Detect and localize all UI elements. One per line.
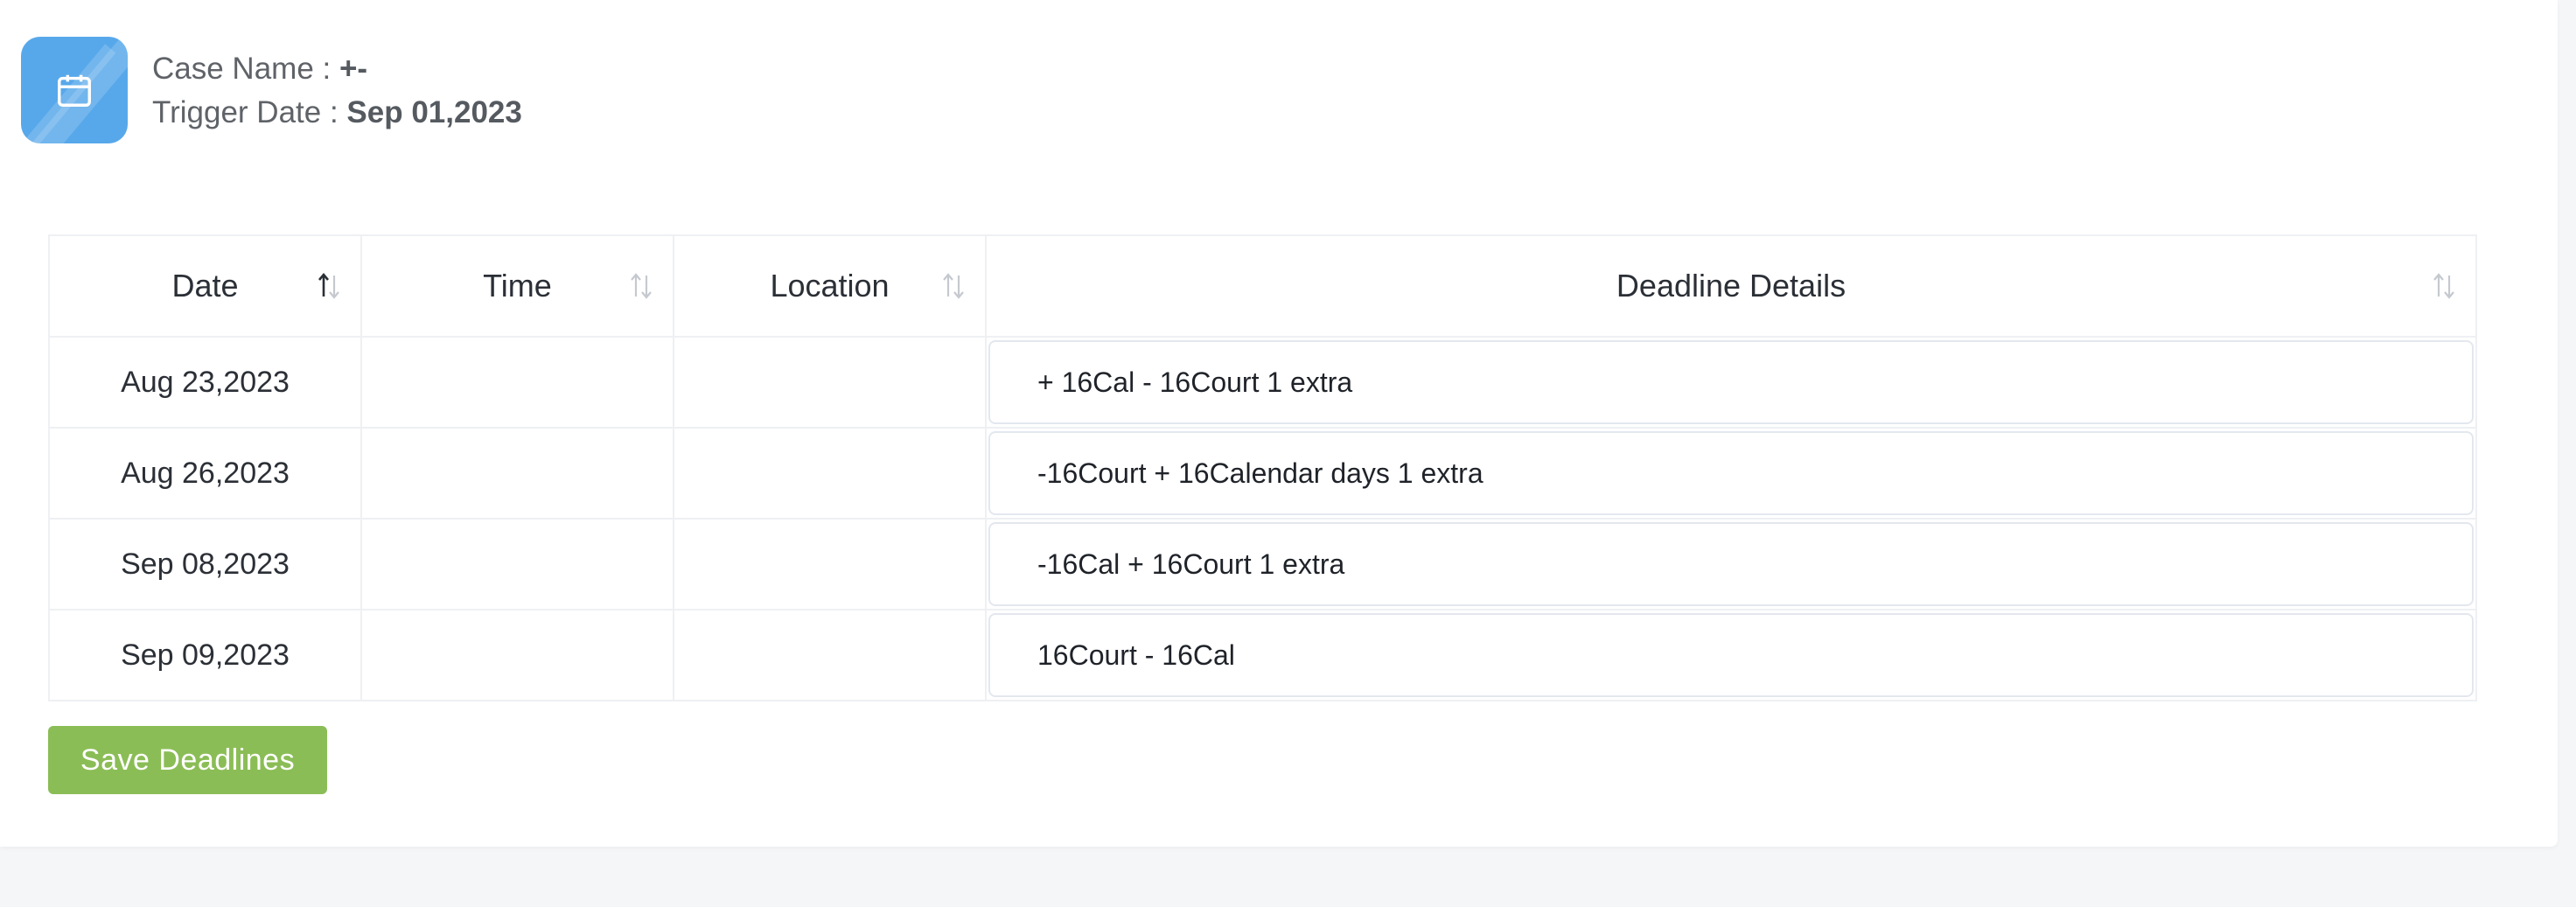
time-cell: [360, 518, 674, 610]
time-cell: [360, 427, 674, 520]
date-cell: Aug 26,2023: [48, 427, 362, 520]
trigger-date-label: Trigger Date :: [152, 95, 339, 129]
case-name-label: Case Name :: [152, 52, 332, 86]
column-header-time[interactable]: Time: [360, 234, 674, 338]
location-cell: [673, 336, 987, 429]
deadline-details-field[interactable]: -16Cal + 16Court 1 extra: [988, 522, 2474, 606]
time-cell: [360, 609, 674, 701]
table-header-row: Date Time Location Deadline Details: [48, 234, 2477, 338]
case-meta: Case Name : +- Trigger Date : Sep 01,202…: [152, 47, 522, 135]
details-cell: -16Cal + 16Court 1 extra: [985, 518, 2477, 610]
date-cell: Sep 09,2023: [48, 609, 362, 701]
time-cell: [360, 336, 674, 429]
column-header-label: Location: [770, 268, 890, 303]
save-deadlines-button[interactable]: Save Deadlines: [48, 726, 327, 794]
sort-asc-active-icon[interactable]: [313, 270, 345, 302]
column-header-date[interactable]: Date: [48, 234, 362, 338]
table-row: Aug 26,2023 -16Court + 16Calendar days 1…: [48, 427, 2477, 520]
sort-icon[interactable]: [938, 270, 969, 302]
table-row: Sep 08,2023 -16Cal + 16Court 1 extra: [48, 518, 2477, 610]
case-name-line: Case Name : +-: [152, 47, 522, 91]
table-row: Sep 09,2023 16Court - 16Cal: [48, 609, 2477, 701]
calendar-icon: [21, 37, 128, 143]
deadlines-table: Date Time Location Deadline Details Aug …: [48, 234, 2477, 701]
column-header-label: Deadline Details: [1616, 268, 1846, 303]
case-name-value: +-: [339, 52, 368, 86]
column-header-location[interactable]: Location: [673, 234, 987, 338]
deadline-details-field[interactable]: -16Court + 16Calendar days 1 extra: [988, 431, 2474, 515]
location-cell: [673, 518, 987, 610]
trigger-date-line: Trigger Date : Sep 01,2023: [152, 91, 522, 135]
column-header-label: Time: [483, 268, 552, 303]
location-cell: [673, 427, 987, 520]
sort-icon[interactable]: [625, 270, 657, 302]
column-header-deadline-details[interactable]: Deadline Details: [985, 234, 2477, 338]
trigger-date-value: Sep 01,2023: [346, 95, 522, 129]
date-cell: Sep 08,2023: [48, 518, 362, 610]
details-cell: -16Court + 16Calendar days 1 extra: [985, 427, 2477, 520]
table-row: Aug 23,2023 + 16Cal - 16Court 1 extra: [48, 336, 2477, 429]
details-cell: 16Court - 16Cal: [985, 609, 2477, 701]
column-header-label: Date: [171, 268, 239, 303]
deadline-details-field[interactable]: 16Court - 16Cal: [988, 613, 2474, 697]
details-cell: + 16Cal - 16Court 1 extra: [985, 336, 2477, 429]
date-cell: Aug 23,2023: [48, 336, 362, 429]
deadline-details-field[interactable]: + 16Cal - 16Court 1 extra: [988, 340, 2474, 424]
location-cell: [673, 609, 987, 701]
sort-icon[interactable]: [2428, 270, 2460, 302]
deadline-card: Case Name : +- Trigger Date : Sep 01,202…: [0, 0, 2558, 847]
